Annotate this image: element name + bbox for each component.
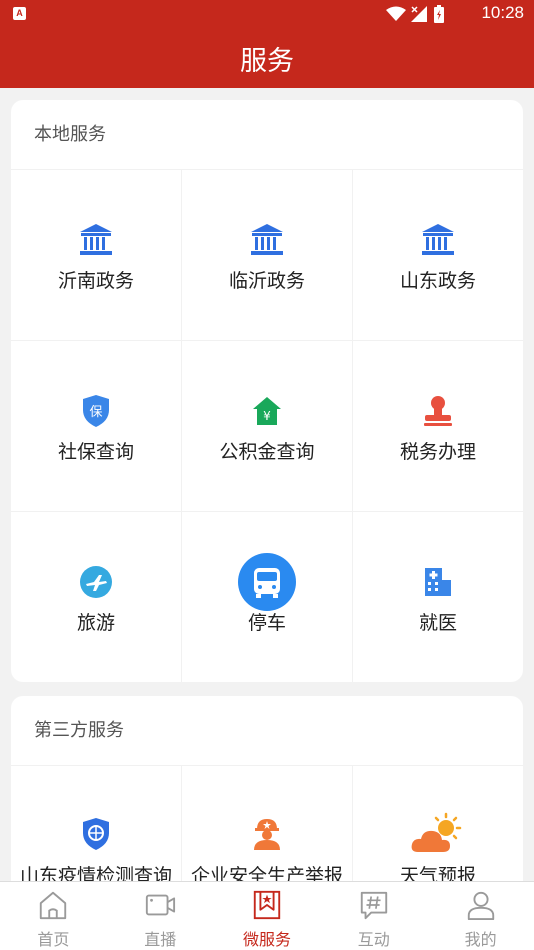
bottom-tab-bar: 首页 直播 微服务 互动 我的 [0,881,534,950]
tab-interact[interactable]: 互动 [320,882,427,950]
video-camera-icon [146,894,176,916]
tab-live[interactable]: 直播 [107,882,214,950]
government-building-icon [66,210,126,270]
social-security-shield-icon: 保 [66,381,126,441]
hashtag-chat-icon [360,891,387,920]
tab-mine[interactable]: 我的 [427,882,534,950]
service-social-security[interactable]: 保 社保查询 [11,341,182,512]
tab-label: 微服务 [242,930,291,949]
epidemic-check-shield-icon [66,804,126,864]
service-label: 停车 [247,612,286,634]
local-services-card: 本地服务 沂南政务 临沂政务 山东政务 保 社保查询 ¥ 公积金查询 税务办理 … [11,100,523,682]
service-linyi-gov[interactable]: 临沂政务 [182,170,353,341]
page-title: 服务 [240,45,294,77]
third-party-services-card: 第三方服务 山东疫情检测查询 企业安全生产举报 天气预报 [11,696,523,896]
clock: 10:28 [481,3,524,22]
service-label: 税务办理 [399,441,476,463]
service-shandong-gov[interactable]: 山东政务 [353,170,523,341]
housing-fund-icon: ¥ [237,381,297,441]
svg-text:保: 保 [89,405,102,420]
user-icon [467,891,494,921]
government-building-icon [237,210,297,270]
service-label: 社保查询 [57,441,134,463]
battery-icon [434,5,444,23]
tab-label: 直播 [144,930,177,949]
service-label: 就医 [418,612,457,634]
service-housing-fund[interactable]: ¥ 公积金查询 [182,341,353,512]
service-safety-report[interactable]: 企业安全生产举报 [182,766,353,896]
worker-safety-icon [237,804,297,864]
home-icon [40,891,67,920]
weather-sun-cloud-icon [408,804,468,864]
service-label: 山东政务 [399,270,476,292]
service-travel[interactable]: 旅游 [11,512,182,682]
service-epidemic-check[interactable]: 山东疫情检测查询 [11,766,182,896]
service-label: 公积金查询 [219,441,315,463]
bus-icon [237,552,297,612]
service-yinan-gov[interactable]: 沂南政务 [11,170,182,341]
cell-signal-icon [411,6,427,22]
travel-plane-icon [66,552,126,612]
tab-micro-services[interactable]: 微服务 [214,882,321,950]
service-label: 旅游 [76,612,115,634]
tab-home[interactable]: 首页 [0,882,107,950]
header: 服务 [0,28,534,88]
hospital-icon [408,552,468,612]
service-weather[interactable]: 天气预报 [353,766,523,896]
government-building-icon [408,210,468,270]
section-title-local: 本地服务 [11,100,523,170]
app-notification-icon: A [13,7,26,20]
svg-text:¥: ¥ [263,409,271,423]
tab-label: 互动 [357,930,390,949]
service-label: 沂南政务 [57,270,134,292]
tab-label: 首页 [37,930,70,949]
service-tax[interactable]: 税务办理 [353,341,523,512]
tab-label: 我的 [464,930,497,949]
service-parking[interactable]: 停车 [182,512,353,682]
section-title-third-party: 第三方服务 [11,696,523,766]
service-label: 临沂政务 [228,270,305,292]
service-medical[interactable]: 就医 [353,512,523,682]
bookmark-star-icon [253,890,281,920]
wifi-icon [386,6,406,21]
status-bar: A 10:28 [0,0,534,28]
tax-stamp-icon [408,381,468,441]
